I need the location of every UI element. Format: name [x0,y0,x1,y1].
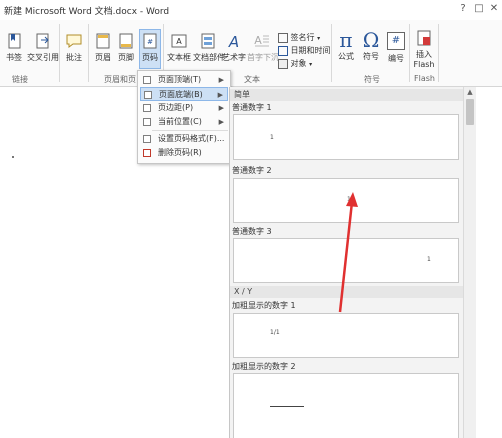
text-box-icon: A [171,34,187,48]
group-text-label: 文本 [244,75,260,84]
svg-text:#: # [147,38,153,46]
gallery-item-label: 加粗显示的数字 1 [232,301,296,310]
quick-parts-icon [201,33,215,49]
menu-item-top-of-page[interactable]: 页面顶端(T) ▶ [140,73,228,87]
window-title: 新建 Microsoft Word 文档.docx - Word [4,7,170,17]
drop-cap-icon: A [254,34,269,47]
omega-icon: Ω [362,28,380,52]
group-header-footer-label: 页眉和页 [104,75,136,84]
menu-item-current-position[interactable]: 当前位置(C) ▶ [140,115,228,129]
cross-reference-button[interactable]: 交叉引用 [26,32,60,63]
number-sign-icon: # [387,32,405,50]
symbol-button[interactable]: Ω 符号 [359,29,383,62]
cross-reference-icon [36,33,49,49]
ribbon-separator [88,24,89,82]
group-links-label: 链接 [12,75,28,84]
chevron-down-icon: ▾ [317,35,321,42]
scrollbar-thumb[interactable] [466,99,474,125]
signature-line-button[interactable]: 签名行 ▾ [278,32,320,43]
page-number-menu: 页面顶端(T) ▶ 页面底端(B) ▶ 页边距(P) ▶ 当前位置(C) ▶ 设… [137,70,231,164]
group-symbols-label: 符号 [364,75,380,84]
menu-item-format-page-numbers[interactable]: 设置页码格式(F)... [140,132,228,146]
page-icon [143,104,151,112]
page-icon [143,76,151,84]
svg-text:A: A [228,33,239,50]
bookmark-icon [8,33,21,49]
wordart-icon: A [228,33,239,50]
footer-icon [119,33,133,49]
date-time-button[interactable]: 日期和时间 [278,45,331,56]
page-number-preview: 1 [427,256,431,263]
page-number-icon: # [143,33,157,49]
page-number-preview: 1/1 [270,329,280,336]
delete-icon [143,149,151,157]
comment-button[interactable]: 批注 [62,32,86,63]
bookmark-button[interactable]: 书签 [3,32,25,63]
gallery-item-label: 普通数字 2 [232,166,272,175]
ribbon: 书签 交叉引用 链接 批注 页眉 页脚 # 页码 页眉和页 A 文本框 文档部件… [0,20,502,87]
footer-button[interactable]: 页脚 [115,32,137,63]
menu-separator [152,130,228,131]
menu-item-remove-page-numbers[interactable]: 删除页码(R) [140,146,228,160]
pi-icon: π [339,28,353,52]
insert-flash-button[interactable]: 插入 Flash [412,29,436,69]
drop-cap-button[interactable]: A 首字下沉 [247,32,279,63]
close-button[interactable]: ✕ [487,2,501,16]
wordart-button[interactable]: A 艺术字 [222,32,246,63]
header-icon [96,33,110,49]
ribbon-separator [438,24,439,82]
title-bar: 新建 Microsoft Word 文档.docx - Word ? □ ✕ [0,0,502,20]
gallery-scrollbar[interactable]: ▲ [463,87,476,438]
submenu-arrow-icon: ▶ [218,104,224,112]
flash-icon [417,30,431,46]
header-button[interactable]: 页眉 [92,32,114,63]
ribbon-separator [409,24,410,82]
gallery-item-label: 普通数字 1 [232,103,272,112]
comment-icon [66,34,82,48]
gallery-item-bold-number-2[interactable] [233,373,459,438]
scroll-up-icon[interactable]: ▲ [464,87,476,97]
format-icon [143,135,151,143]
quick-parts-button[interactable]: 文档部件 [193,32,225,63]
chevron-down-icon: ▾ [309,61,313,68]
text-box-button[interactable]: A 文本框 [166,32,192,63]
submenu-arrow-icon: ▶ [218,118,224,126]
svg-text:A: A [176,37,182,46]
signature-line-icon [278,32,288,43]
menu-item-bottom-of-page[interactable]: 页面底端(B) ▶ [140,87,228,101]
menu-item-page-margins[interactable]: 页边距(P) ▶ [140,101,228,115]
submenu-arrow-icon: ▶ [217,91,223,99]
object-icon [278,58,288,69]
gallery-item-label: 加粗显示的数字 2 [232,362,296,371]
object-button[interactable]: 对象 ▾ [278,58,312,69]
page-number-preview: 1 [270,134,274,141]
submenu-arrow-icon: ▶ [218,76,224,84]
preview-line [270,406,304,407]
ribbon-separator [59,24,60,82]
page-number-button[interactable]: # 页码 [139,29,161,69]
numbering-button[interactable]: # 编号 [384,29,408,64]
gallery-category-simple: 简单 [230,89,463,101]
help-button[interactable]: ? [456,2,470,16]
page-icon [143,118,151,126]
svg-text:A: A [254,34,262,47]
red-arrow-annotation [338,192,358,313]
text-cursor [12,156,14,158]
gallery-item-plain-number-1[interactable]: 1 [233,114,459,160]
restore-button[interactable]: □ [472,2,486,16]
date-time-icon [278,45,288,56]
group-flash-label: Flash [414,74,435,83]
gallery-item-label: 普通数字 3 [232,227,272,236]
page-icon [144,91,152,99]
ribbon-separator [331,24,332,82]
equation-button[interactable]: π 公式 [334,29,358,62]
